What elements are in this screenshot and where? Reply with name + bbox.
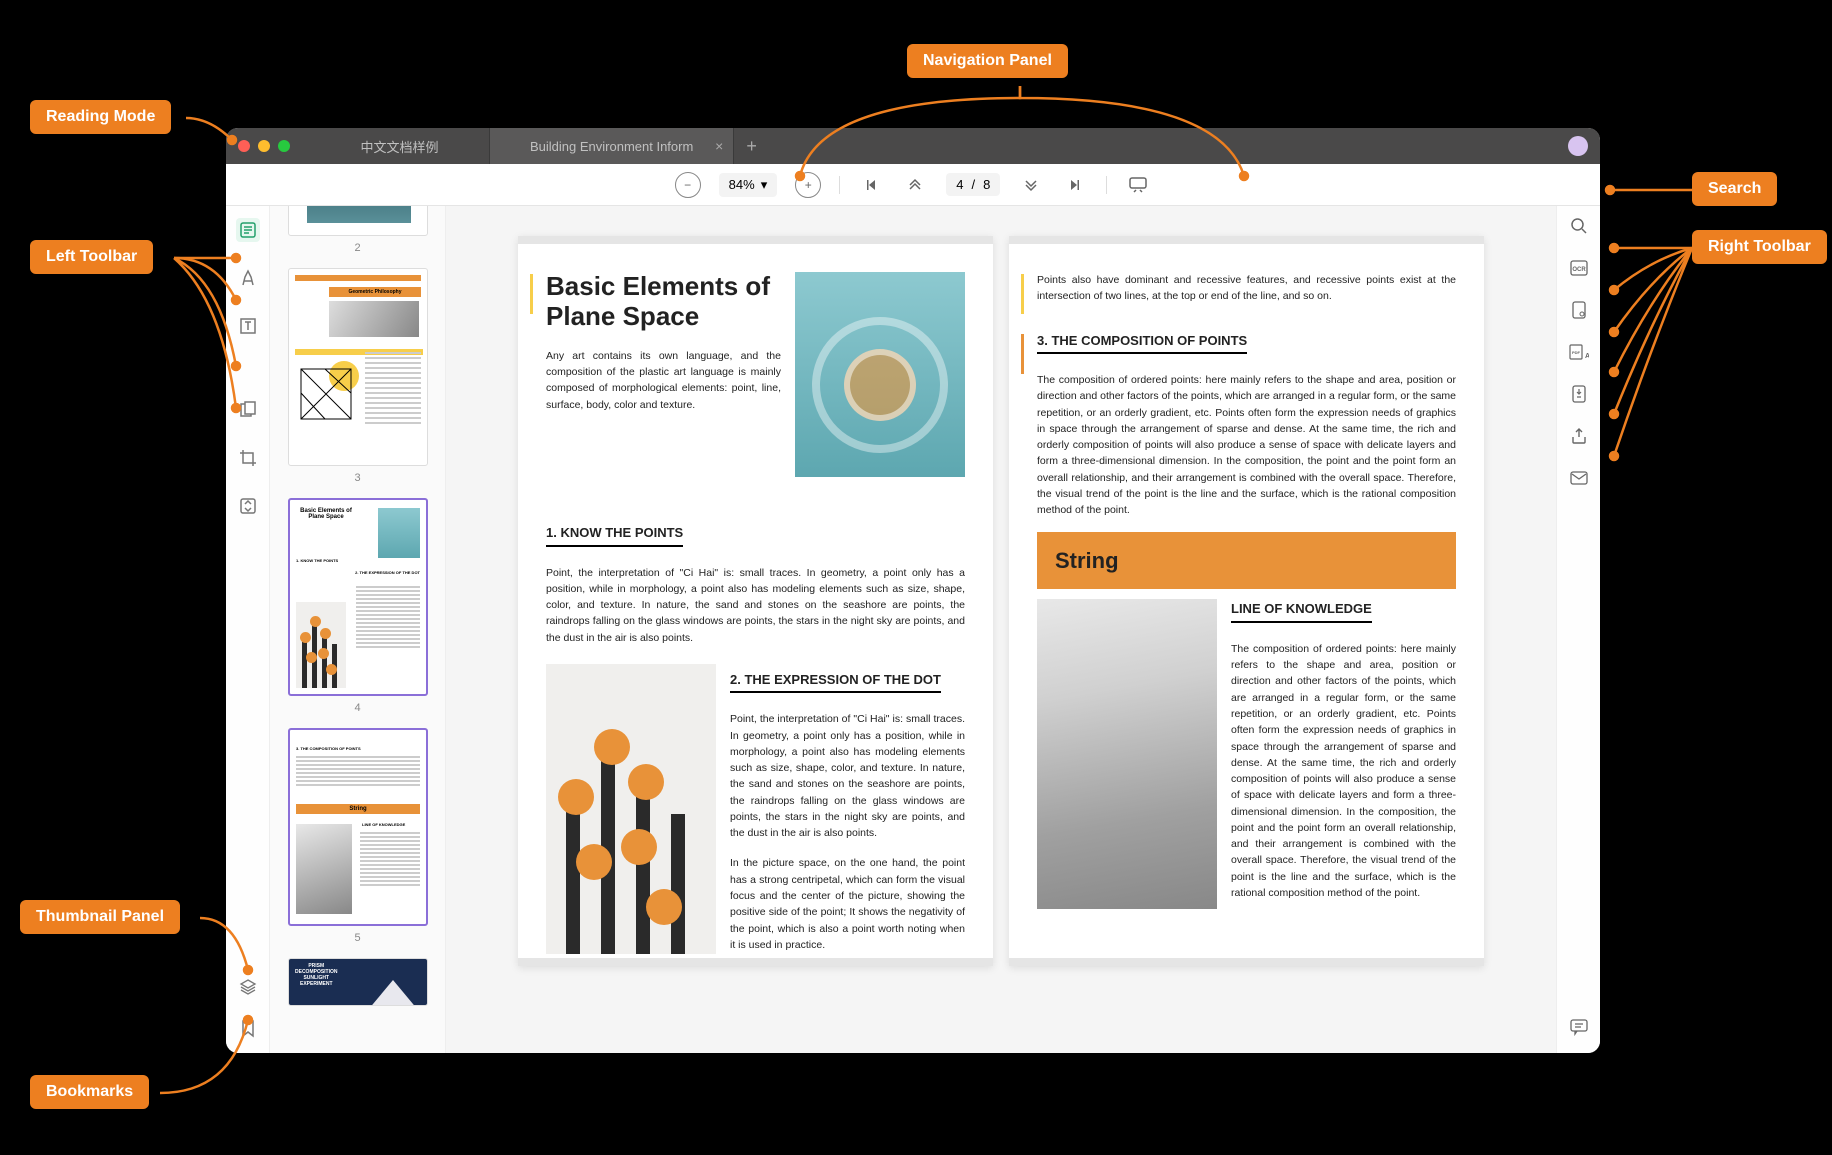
convert-button[interactable] [236,494,260,518]
minimize-window-button[interactable] [258,140,270,152]
thumbnail-page-2[interactable]: 2 [288,206,427,254]
maximize-window-button[interactable] [278,140,290,152]
tab-doc-1[interactable]: 中文文档样例 [310,128,490,164]
body-paragraph: Points also have dominant and recessive … [1037,272,1456,305]
thumbnail-page-6[interactable]: PRISM DECOMPOSITION SUNLIGHT EXPERIMENT [288,958,427,1006]
document-page-5: Points also have dominant and recessive … [1009,236,1484,966]
left-toolbar [226,206,270,1053]
svg-text:PDF: PDF [1572,350,1581,355]
mini-line: EXPERIMENT [295,981,338,987]
bookmark-icon[interactable] [236,1017,260,1041]
comment-icon[interactable] [1567,1015,1591,1039]
callout-bookmarks: Bookmarks [30,1075,149,1109]
user-avatar[interactable] [1568,136,1588,156]
pdfa-icon[interactable]: PDF A [1567,340,1591,364]
window-controls [238,140,290,152]
total-pages: 8 [983,177,990,192]
extract-icon[interactable] [1567,298,1591,322]
body-paragraph: The composition of ordered points: here … [1037,372,1456,518]
illustration-image [546,664,716,954]
main-area: 2 Geometric Philosophy 3 [226,206,1600,1053]
close-window-button[interactable] [238,140,250,152]
page-number-input[interactable]: 4 / 8 [946,173,1000,196]
section-heading: 3. THE COMPOSITION OF POINTS [1037,331,1247,355]
layers-icon[interactable] [236,975,260,999]
thumbnail-number: 3 [288,472,427,484]
current-page: 4 [956,177,963,192]
tab-add-button[interactable]: + [734,128,769,164]
section-heading: LINE OF KNOWLEDGE [1231,599,1372,623]
zoom-out-button[interactable]: − [675,172,701,198]
mini-h1: 1. KNOW THE POINTS [296,558,338,563]
mini-h4: LINE OF KNOWLEDGE [362,822,405,827]
page-separator: / [971,177,975,192]
presentation-mode-button[interactable] [1125,172,1151,198]
last-page-button[interactable] [1062,172,1088,198]
callout-left-toolbar: Left Toolbar [30,240,153,274]
callout-search: Search [1692,172,1777,206]
tab-label: Building Environment Inform [530,139,693,154]
annotate-button[interactable] [236,266,260,290]
tab-label: 中文文档样例 [360,137,438,156]
callout-reading-mode: Reading Mode [30,100,171,134]
architecture-image [1037,599,1217,909]
page-organize-button[interactable] [236,398,260,422]
document-tabs: 中文文档样例 Building Environment Inform × + [310,128,769,164]
string-banner: String [1037,532,1456,589]
thumbnail-page-5[interactable]: 3. THE COMPOSITION OF POINTS String LINE… [288,728,427,944]
mini-string-banner: String [296,804,420,814]
separator [1106,176,1107,194]
search-icon[interactable] [1567,214,1591,238]
zoom-value: 84% [729,177,755,192]
separator [839,176,840,194]
app-window: 中文文档样例 Building Environment Inform × + −… [226,128,1600,1053]
mini-title: Basic Elements of Plane Space [296,508,356,520]
callout-thumbnail-panel: Thumbnail Panel [20,900,180,934]
mini-h3: 3. THE COMPOSITION OF POINTS [296,746,361,751]
mini-h2: 2. THE EXPRESSION OF THE DOT [355,570,420,575]
chevron-down-icon: ▾ [761,177,768,193]
document-page-4: Basic Elements of Plane Space Any art co… [518,236,993,966]
edit-text-button[interactable] [236,314,260,338]
section-heading: 1. KNOW THE POINTS [546,523,683,547]
ocr-icon[interactable]: OCR [1567,256,1591,280]
tab-doc-2[interactable]: Building Environment Inform × [490,128,734,164]
reading-mode-button[interactable] [236,218,260,242]
first-page-button[interactable] [858,172,884,198]
thumbnail-number: 4 [288,702,427,714]
email-icon[interactable] [1567,466,1591,490]
svg-text:OCR: OCR [1572,267,1586,273]
body-paragraph: Point, the interpretation of "Ci Hai" is… [546,565,965,646]
compress-icon[interactable] [1567,382,1591,406]
section-heading: 2. THE EXPRESSION OF THE DOT [730,670,941,694]
thumbnail-panel[interactable]: 2 Geometric Philosophy 3 [270,206,446,1053]
share-icon[interactable] [1567,424,1591,448]
navigation-panel: − 84% ▾ + 4 / 8 [226,164,1600,206]
next-page-button[interactable] [1018,172,1044,198]
titlebar: 中文文档样例 Building Environment Inform × + [226,128,1600,164]
crop-button[interactable] [236,446,260,470]
callout-right-toolbar: Right Toolbar [1692,230,1827,264]
tab-close-icon[interactable]: × [715,138,723,154]
svg-text:A: A [1585,353,1589,360]
thumbnail-page-4[interactable]: Basic Elements of Plane Space 1. KNOW TH… [288,498,427,714]
thumbnail-page-3[interactable]: Geometric Philosophy 3 [288,268,427,484]
thumbnail-number: 5 [288,932,427,944]
document-viewer[interactable]: Basic Elements of Plane Space Any art co… [446,206,1556,1053]
zoom-in-button[interactable]: + [795,172,821,198]
mini-banner: Geometric Philosophy [329,287,421,297]
zoom-level-dropdown[interactable]: 84% ▾ [719,173,778,197]
thumbnail-number: 2 [288,242,427,254]
right-toolbar: OCR PDF A [1556,206,1600,1053]
previous-page-button[interactable] [902,172,928,198]
callout-navigation-panel: Navigation Panel [907,44,1068,78]
hero-image [795,272,965,477]
